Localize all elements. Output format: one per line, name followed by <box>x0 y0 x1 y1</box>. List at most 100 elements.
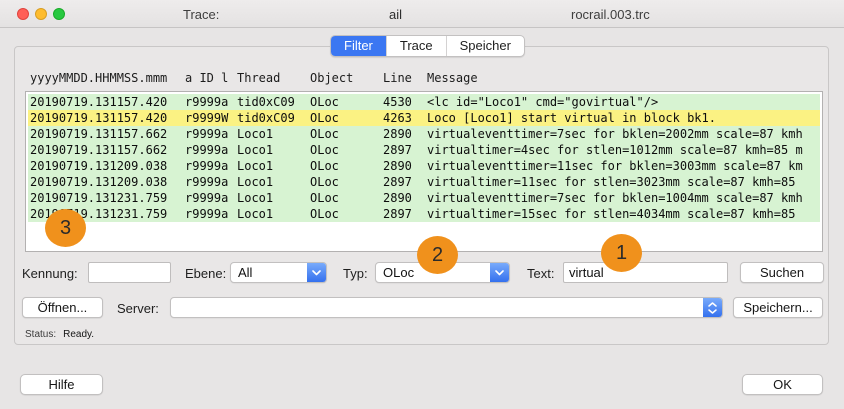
trace-table[interactable]: 20190719.131157.420r9999atid0xC09OLoc453… <box>25 91 823 252</box>
tab-speicher[interactable]: Speicher <box>447 36 524 56</box>
cell-time: 20190719.131231.759 <box>30 190 185 206</box>
cell-object: OLoc <box>310 158 380 174</box>
status-bar: Status: Ready. <box>25 329 94 340</box>
table-row[interactable]: 20190719.131231.759r9999aLoco1OLoc2897vi… <box>28 206 820 222</box>
ebene-dropdown-value: All <box>238 265 252 280</box>
cell-object: OLoc <box>310 190 380 206</box>
cell-thread: tid0xC09 <box>237 110 310 126</box>
zoom-window-icon[interactable] <box>53 8 65 20</box>
cell-line: 2897 <box>380 206 427 222</box>
table-row[interactable]: 20190719.131157.662r9999aLoco1OLoc2897vi… <box>28 142 820 158</box>
window-title: Trace: <box>183 7 219 22</box>
cell-object: OLoc <box>310 206 380 222</box>
status-value: Ready. <box>63 329 94 340</box>
minimize-window-icon[interactable] <box>35 8 47 20</box>
chevron-up-down-icon <box>703 298 722 317</box>
trace-table-header: yyyyMMDD.HHMMSS.mmm a ID l Thread Object… <box>28 71 822 85</box>
table-row[interactable]: 20190719.131209.038r9999aLoco1OLoc2897vi… <box>28 174 820 190</box>
cell-message: virtualeventtimer=7sec for bklen=2002mm … <box>427 126 820 142</box>
ebene-dropdown[interactable]: All <box>230 262 327 283</box>
tab-trace[interactable]: Trace <box>387 36 447 56</box>
kennung-input[interactable] <box>88 262 171 283</box>
cell-time: 20190719.131209.038 <box>30 174 185 190</box>
cell-object: OLoc <box>310 110 380 126</box>
cell-attr: r9999a <box>185 142 237 158</box>
cell-time: 20190719.131157.662 <box>30 126 185 142</box>
cell-message: virtualeventtimer=7sec for bklen=1004mm … <box>427 190 820 206</box>
cell-object: OLoc <box>310 142 380 158</box>
status-label: Status: <box>25 329 56 340</box>
header-attr: a ID l <box>185 71 237 85</box>
annotation-badge-1: 1 <box>601 234 642 272</box>
trace-dialog-window: { "window": { "title_left": "Trace:", "t… <box>0 0 844 409</box>
search-button[interactable]: Suchen <box>740 262 824 283</box>
text-filter-input[interactable] <box>563 262 728 283</box>
cell-thread: Loco1 <box>237 190 310 206</box>
annotation-badge-2: 2 <box>417 236 458 274</box>
cell-object: OLoc <box>310 94 380 110</box>
header-thread: Thread <box>237 71 310 85</box>
cell-line: 2890 <box>380 158 427 174</box>
header-object: Object <box>310 71 380 85</box>
table-row[interactable]: 20190719.131157.662r9999aLoco1OLoc2890vi… <box>28 126 820 142</box>
cell-line: 2897 <box>380 174 427 190</box>
cell-thread: tid0xC09 <box>237 94 310 110</box>
chevron-down-icon <box>490 263 509 282</box>
header-time: yyyyMMDD.HHMMSS.mmm <box>30 71 185 85</box>
cell-message: virtualtimer=15sec for stlen=4034mm scal… <box>427 206 820 222</box>
cell-time: 20190719.131157.662 <box>30 142 185 158</box>
cell-thread: Loco1 <box>237 142 310 158</box>
window-title-filename: rocrail.003.trc <box>571 7 650 22</box>
server-label: Server: <box>117 301 159 316</box>
annotation-badge-3: 3 <box>45 209 86 247</box>
cell-attr: r9999a <box>185 206 237 222</box>
cell-message: virtualtimer=4sec for stlen=1012mm scale… <box>427 142 820 158</box>
cell-thread: Loco1 <box>237 126 310 142</box>
kennung-label: Kennung: <box>22 266 78 281</box>
table-row[interactable]: 20190719.131209.038r9999aLoco1OLoc2890vi… <box>28 158 820 174</box>
cell-line: 4530 <box>380 94 427 110</box>
header-line: Line <box>380 71 427 85</box>
tab-filter[interactable]: Filter <box>331 36 387 56</box>
table-row[interactable]: 20190719.131231.759r9999aLoco1OLoc2890vi… <box>28 190 820 206</box>
server-combobox[interactable] <box>170 297 723 318</box>
table-row[interactable]: 20190719.131157.420r9999Wtid0xC09OLoc426… <box>28 110 820 126</box>
cell-message: virtualeventtimer=11sec for bklen=3003mm… <box>427 158 820 174</box>
cell-thread: Loco1 <box>237 206 310 222</box>
cell-message: virtualtimer=11sec for stlen=3023mm scal… <box>427 174 820 190</box>
cell-message: <lc id="Loco1" cmd="govirtual"/> <box>427 94 820 110</box>
close-window-icon[interactable] <box>17 8 29 20</box>
typ-label: Typ: <box>343 266 368 281</box>
ok-button[interactable]: OK <box>742 374 823 395</box>
cell-attr: r9999a <box>185 94 237 110</box>
cell-message: Loco [Loco1] start virtual in block bk1. <box>427 110 820 126</box>
save-button[interactable]: Speichern... <box>733 297 823 318</box>
typ-dropdown-value: OLoc <box>383 265 414 280</box>
text-label: Text: <box>527 266 554 281</box>
help-button[interactable]: Hilfe <box>20 374 103 395</box>
cell-attr: r9999W <box>185 110 237 126</box>
header-message: Message <box>427 71 822 85</box>
cell-attr: r9999a <box>185 158 237 174</box>
table-row[interactable]: 20190719.131157.420r9999atid0xC09OLoc453… <box>28 94 820 110</box>
cell-time: 20190719.131157.420 <box>30 110 185 126</box>
cell-thread: Loco1 <box>237 158 310 174</box>
window-title-artifact: ail <box>389 7 402 22</box>
cell-object: OLoc <box>310 174 380 190</box>
cell-object: OLoc <box>310 126 380 142</box>
cell-line: 2897 <box>380 142 427 158</box>
cell-line: 2890 <box>380 190 427 206</box>
ebene-label: Ebene: <box>185 266 226 281</box>
view-tabs: Filter Trace Speicher <box>330 35 525 57</box>
cell-line: 4263 <box>380 110 427 126</box>
cell-attr: r9999a <box>185 126 237 142</box>
chevron-down-icon <box>307 263 326 282</box>
cell-thread: Loco1 <box>237 174 310 190</box>
cell-time: 20190719.131157.420 <box>30 94 185 110</box>
cell-attr: r9999a <box>185 190 237 206</box>
title-bar: Trace: ail rocrail.003.trc <box>0 0 844 28</box>
open-button[interactable]: Öffnen... <box>22 297 103 318</box>
cell-time: 20190719.131209.038 <box>30 158 185 174</box>
cell-attr: r9999a <box>185 174 237 190</box>
cell-line: 2890 <box>380 126 427 142</box>
